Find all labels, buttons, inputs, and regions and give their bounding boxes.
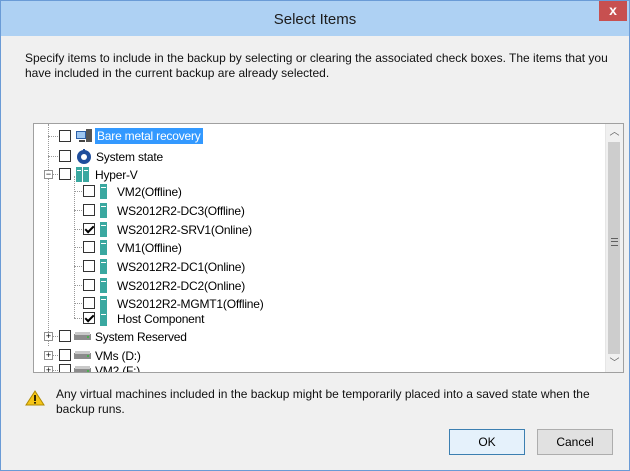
tree-item-system-reserved[interactable]: + System Reserved xyxy=(34,327,604,347)
checkbox-vm[interactable] xyxy=(83,185,95,197)
checkbox-vm[interactable] xyxy=(83,260,95,272)
bare-metal-icon xyxy=(76,129,92,142)
warning-text: Any virtual machines included in the bac… xyxy=(56,387,590,416)
tree-item-label: WS2012R2-DC3(Offline) xyxy=(117,204,245,218)
vm-icon xyxy=(100,278,107,293)
tree-line xyxy=(48,136,58,137)
tree-item-vm[interactable]: WS2012R2-SRV1(Online) xyxy=(34,220,604,240)
tree-item-label: System Reserved xyxy=(95,330,187,344)
select-items-dialog: Select Items x Specify items to include … xyxy=(0,0,630,471)
tree-line xyxy=(53,370,58,371)
window-title: Select Items xyxy=(273,11,357,28)
tree-line xyxy=(53,336,58,337)
grip-icon xyxy=(611,238,618,246)
checkbox-vm2-f[interactable] xyxy=(59,364,71,372)
checkbox-system-reserved[interactable] xyxy=(59,330,71,342)
vm-icon xyxy=(100,184,107,199)
tree-item-label: WS2012R2-SRV1(Online) xyxy=(117,223,252,237)
ok-button[interactable]: OK xyxy=(449,429,525,455)
tree-item-vm[interactable]: VM1(Offline) xyxy=(34,238,604,258)
tree-item-label: VM1(Offline) xyxy=(117,241,182,255)
scroll-down-icon[interactable]: ﹀ xyxy=(606,355,623,372)
vm-icon xyxy=(100,259,107,274)
tree-line xyxy=(53,174,58,175)
tree-item-label: WS2012R2-DC2(Online) xyxy=(117,279,246,293)
tree-item-bare-metal-recovery[interactable]: Bare metal recovery xyxy=(34,127,604,147)
checkbox-system-state[interactable] xyxy=(59,150,71,162)
warning-icon xyxy=(25,390,45,406)
close-icon: x xyxy=(609,2,617,18)
vertical-scrollbar[interactable]: ︿ ﹀ xyxy=(605,124,623,372)
tree-line xyxy=(48,156,58,157)
close-button[interactable]: x xyxy=(599,1,627,21)
drive-icon xyxy=(74,351,91,359)
checkbox-vms-d[interactable] xyxy=(59,349,71,361)
cancel-button[interactable]: Cancel xyxy=(537,429,613,455)
tree-item-label: Hyper-V xyxy=(95,168,138,182)
vm-icon xyxy=(100,240,107,255)
items-tree[interactable]: Bare metal recovery System state − Hyper… xyxy=(33,123,624,373)
tree-item-vm[interactable]: WS2012R2-DC1(Online) xyxy=(34,257,604,277)
checkbox-hyper-v[interactable] xyxy=(59,168,71,180)
checkbox-vm[interactable] xyxy=(83,204,95,216)
checkbox-vm[interactable] xyxy=(83,279,95,291)
tree-item-label: VM2 (F:) xyxy=(95,364,141,373)
tree-item-label: Host Component xyxy=(117,312,205,326)
tree-line xyxy=(53,355,58,356)
system-state-icon xyxy=(77,149,91,164)
hyperv-icon xyxy=(76,167,89,182)
vm-icon xyxy=(100,311,107,326)
tree-item-system-state[interactable]: System state xyxy=(34,147,604,167)
instructions-text: Specify items to include in the backup b… xyxy=(25,51,608,80)
collapse-icon[interactable]: − xyxy=(44,170,53,179)
checkbox-vm[interactable] xyxy=(83,223,95,235)
tree-item-label: VM2(Offline) xyxy=(117,185,182,199)
checkbox-bare-metal-recovery[interactable] xyxy=(59,130,71,142)
tree-item-label: System state xyxy=(96,150,163,164)
expand-icon[interactable]: + xyxy=(44,332,53,341)
scroll-up-icon[interactable]: ︿ xyxy=(606,124,623,141)
vm-icon xyxy=(100,203,107,218)
tree-item-host-component[interactable]: Host Component xyxy=(34,309,604,329)
tree-item-vm[interactable]: WS2012R2-DC2(Online) xyxy=(34,276,604,296)
scrollbar-thumb[interactable] xyxy=(608,142,620,354)
checkbox-vm[interactable] xyxy=(83,241,95,253)
tree-item-label: Bare metal recovery xyxy=(95,128,203,144)
vm-icon xyxy=(100,222,107,237)
expand-icon[interactable]: + xyxy=(44,366,53,372)
tree-item-label: WS2012R2-DC1(Online) xyxy=(117,260,246,274)
title-bar[interactable]: Select Items x xyxy=(1,1,629,36)
checkbox-vm[interactable] xyxy=(83,297,95,309)
drive-icon xyxy=(74,366,91,372)
drive-icon xyxy=(74,332,91,340)
tree-item-vm2-f[interactable]: + VM2 (F:) xyxy=(34,361,604,373)
tree-item-vm[interactable]: VM2(Offline) xyxy=(34,182,604,202)
checkbox-host-component[interactable] xyxy=(83,312,95,324)
expand-icon[interactable]: + xyxy=(44,351,53,360)
tree-item-vm[interactable]: WS2012R2-DC3(Offline) xyxy=(34,201,604,221)
